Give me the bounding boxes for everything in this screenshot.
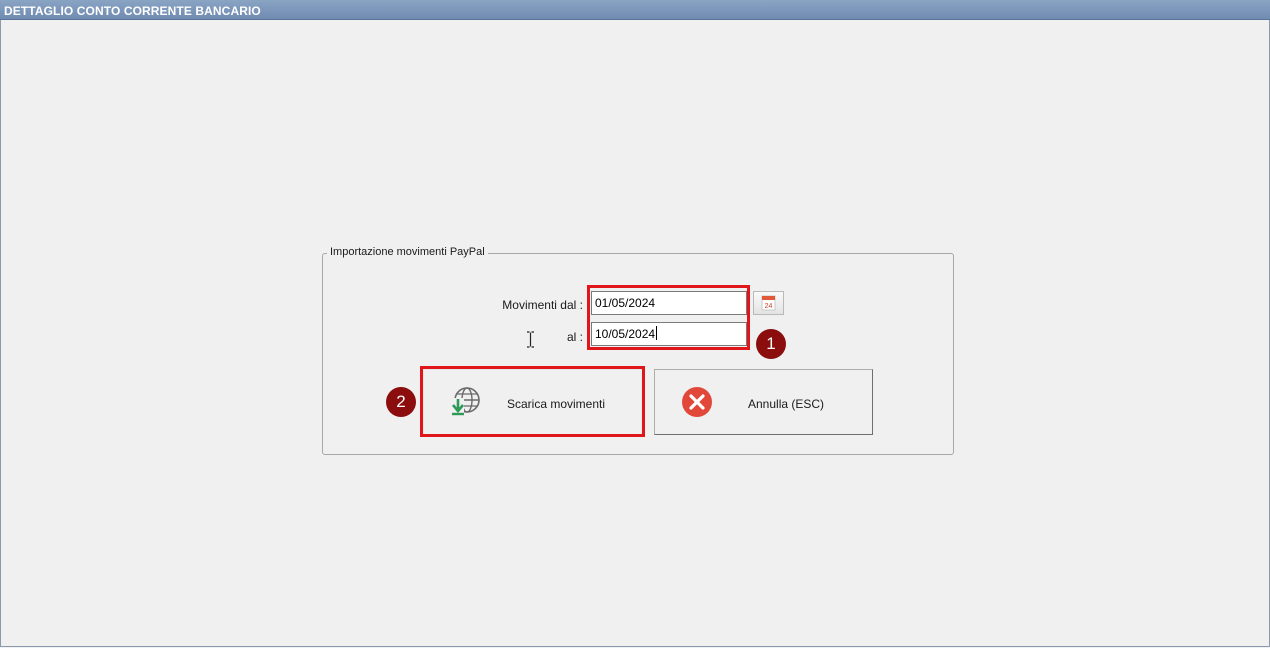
title-bar: DETTAGLIO CONTO CORRENTE BANCARIO: [0, 0, 1270, 20]
close-circle-icon: [682, 387, 712, 417]
cancel-button-label: Annulla (ESC): [748, 397, 825, 411]
step-marker-2: 2: [386, 387, 416, 417]
step-marker-1: 1: [756, 329, 786, 359]
groupbox-legend: Importazione movimenti PayPal: [327, 246, 488, 258]
calendar-day-text: 24: [765, 303, 773, 310]
cancel-button[interactable]: Annulla (ESC): [654, 369, 873, 435]
ibeam-cursor-icon: [527, 331, 534, 348]
to-date-label: al :: [566, 330, 583, 344]
window-title: DETTAGLIO CONTO CORRENTE BANCARIO: [4, 4, 261, 18]
calendar-icon: 24: [761, 295, 776, 311]
date-fields-highlight: [587, 285, 750, 350]
calendar-button[interactable]: 24: [753, 291, 784, 315]
from-date-label: Movimenti dal :: [502, 298, 583, 312]
download-button-highlight: [420, 366, 645, 437]
